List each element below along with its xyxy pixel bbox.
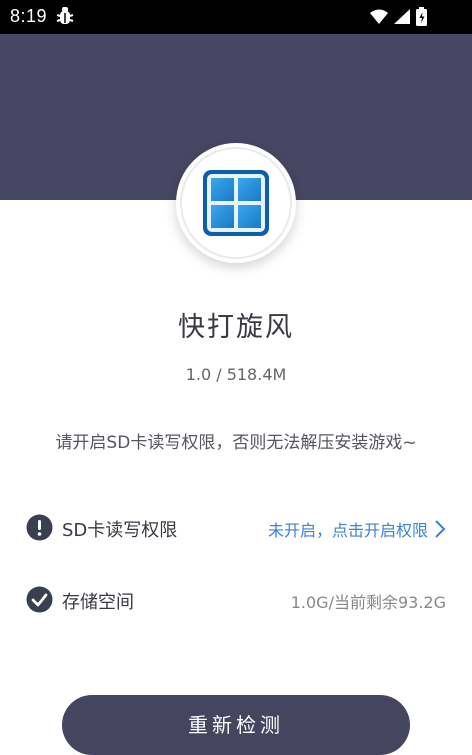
enable-permission-text: 未开启，点击开启权限 xyxy=(267,521,428,540)
check-circle-icon xyxy=(26,586,53,613)
wifi-icon xyxy=(370,9,388,24)
storage-label: 存储空间 xyxy=(62,592,134,613)
exclamation-circle-icon xyxy=(26,514,53,541)
chevron-right-icon xyxy=(435,520,446,538)
permission-hint: 请开启SD卡读写权限，否则无法解压安装游戏~ xyxy=(55,433,417,453)
bug-icon xyxy=(56,6,74,26)
sd-permission-label: SD卡读写权限 xyxy=(62,520,178,541)
storage-value: 1.0G/当前剩余93.2G xyxy=(290,593,446,612)
recheck-button[interactable]: 重新检测 xyxy=(62,695,410,755)
signal-icon xyxy=(394,9,410,24)
status-time: 8:19 xyxy=(10,6,48,26)
app-icon-container xyxy=(176,143,296,263)
status-right-icons xyxy=(368,7,438,27)
status-bar: 8:19 xyxy=(0,0,472,34)
sd-permission-row[interactable]: SD卡读写权限 未开启，点击开启权限 xyxy=(26,513,446,543)
storage-row: 存储空间 1.0G/当前剩余93.2G xyxy=(26,585,446,615)
windows-tile-icon xyxy=(203,170,269,236)
app-name: 快打旋风 xyxy=(178,312,294,343)
app-version-size: 1.0 / 518.4M xyxy=(185,365,287,384)
enable-permission-link[interactable]: 未开启，点击开启权限 xyxy=(268,517,446,541)
battery-charging-icon xyxy=(416,7,427,26)
